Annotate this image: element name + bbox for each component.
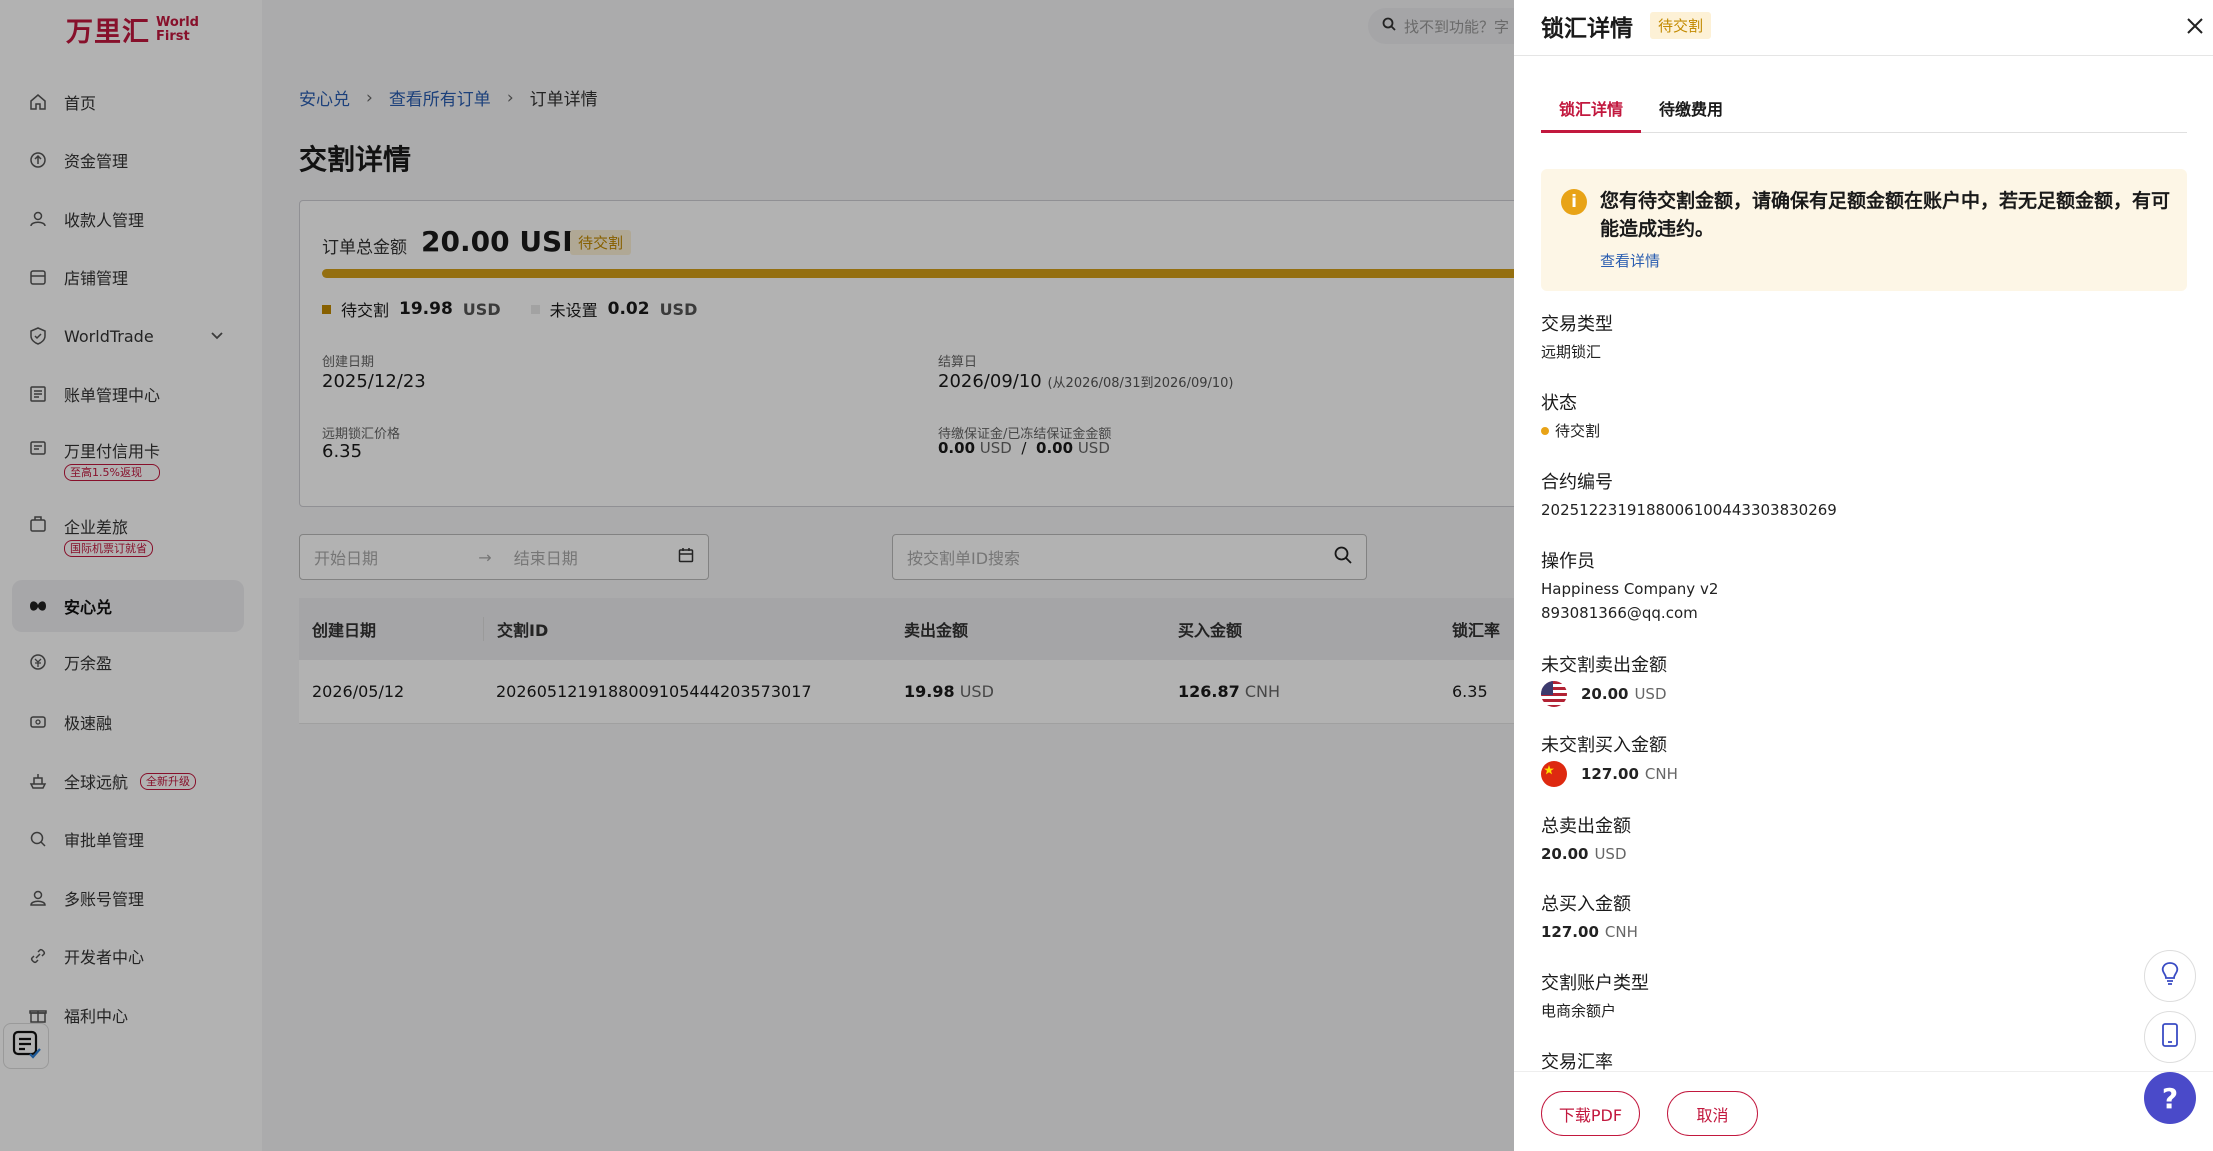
drawer-title: 锁汇详情 — [1541, 16, 1633, 42]
field-value: 20.00 USD — [1541, 845, 1627, 863]
operator-name: Happiness Company v2 — [1541, 580, 1719, 598]
field-value: 20.00 USD — [1541, 681, 1667, 707]
tab-pending-fees[interactable]: 待缴费用 — [1641, 90, 1741, 133]
field-value: 待交割 — [1541, 419, 1600, 443]
field-label: 合约编号 — [1541, 472, 1613, 493]
modal-backdrop[interactable] — [0, 0, 1514, 1151]
close-button[interactable] — [2179, 12, 2211, 44]
field-label: 未交割买入金额 — [1541, 735, 1667, 756]
drawer-footer: 下载PDF 取消 — [1514, 1071, 2213, 1151]
field-total-sell: 总卖出金额 20.00 USD — [1541, 812, 1631, 866]
tips-button[interactable] — [2144, 950, 2196, 1002]
operator-email: 893081366@qq.com — [1541, 604, 1698, 622]
field-label: 交易类型 — [1541, 314, 1613, 335]
field-label: 未交割卖出金额 — [1541, 655, 1667, 676]
drawer-header: 锁汇详情 待交割 — [1514, 0, 2213, 56]
mobile-app-button[interactable] — [2144, 1011, 2196, 1063]
field-label: 总买入金额 — [1541, 894, 1631, 915]
field-value: 2025122319188006100443303830269 — [1541, 501, 1837, 519]
download-pdf-button[interactable]: 下载PDF — [1541, 1091, 1640, 1136]
view-details-link[interactable]: 查看详情 — [1600, 250, 1660, 271]
field-total-buy: 总买入金额 127.00 CNH — [1541, 890, 1638, 944]
field-label: 交割账户类型 — [1541, 973, 1649, 994]
help-button[interactable]: ? — [2144, 1072, 2196, 1124]
status-dot — [1541, 427, 1549, 435]
field-value: 127.00 CNH — [1541, 923, 1638, 941]
us-flag-icon — [1541, 681, 1567, 707]
cn-flag-icon — [1541, 761, 1567, 787]
field-label: 操作员 — [1541, 551, 1595, 572]
tab-lock-detail[interactable]: 锁汇详情 — [1541, 90, 1642, 133]
info-icon: i — [1561, 189, 1587, 215]
field-status: 状态 待交割 — [1541, 389, 1600, 443]
field-account-type: 交割账户类型 电商余额户 — [1541, 969, 1649, 1023]
drawer-tabs: 锁汇详情 待缴费用 — [1541, 90, 2187, 133]
field-contract-number: 合约编号 2025122319188006100443303830269 — [1541, 468, 1837, 522]
pending-delivery-alert: i 您有待交割金额，请确保有足额金额在账户中，若无足额金额，有可能造成违约。 查… — [1541, 169, 2187, 291]
alert-message: 您有待交割金额，请确保有足额金额在账户中，若无足额金额，有可能造成违约。 — [1600, 190, 2171, 240]
field-label: 状态 — [1541, 393, 1577, 414]
lock-detail-drawer: 锁汇详情 待交割 锁汇详情 待缴费用 i 您有待交割金额，请确保有足额金额在账户… — [1514, 0, 2213, 1151]
field-unbought-amount: 未交割买入金额 127.00 CNH — [1541, 731, 1678, 787]
close-icon — [2185, 16, 2205, 40]
field-label: 总卖出金额 — [1541, 816, 1631, 837]
field-value: 远期锁汇 — [1541, 343, 1602, 361]
lightbulb-icon — [2159, 961, 2181, 991]
field-value: 127.00 CNH — [1541, 761, 1678, 787]
cancel-button[interactable]: 取消 — [1667, 1091, 1758, 1136]
field-value: 电商余额户 — [1541, 1002, 1617, 1020]
phone-icon — [2161, 1023, 2179, 1051]
field-unsold-amount: 未交割卖出金额 20.00 USD — [1541, 651, 1667, 707]
status-badge: 待交割 — [1650, 12, 1712, 39]
field-operator: 操作员 Happiness Company v2 893081366@qq.co… — [1541, 547, 1718, 625]
field-trade-type: 交易类型 远期锁汇 — [1541, 310, 1613, 364]
